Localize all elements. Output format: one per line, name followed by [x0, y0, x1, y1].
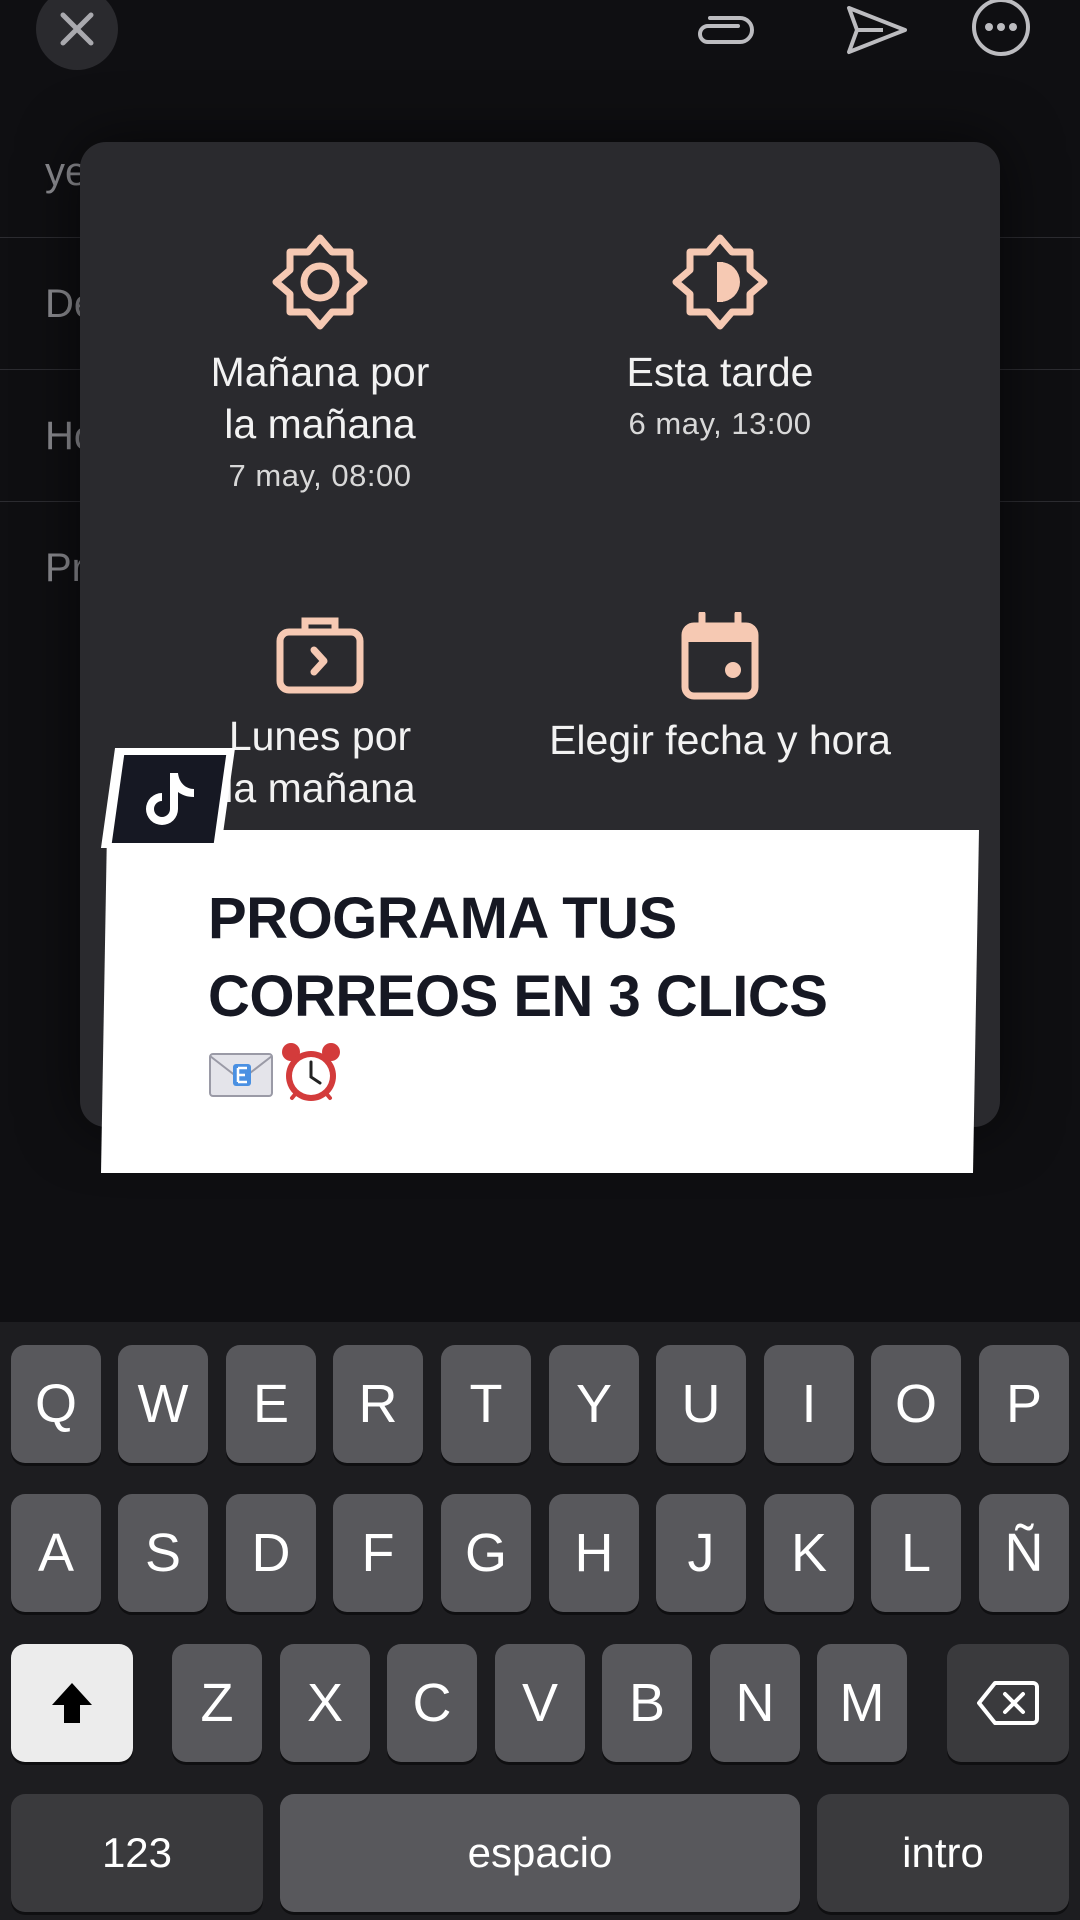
option-datetime: 6 may, 13:00 [628, 406, 812, 441]
caption-title: PROGRAMA TUS CORREOS EN 3 CLICS [208, 886, 828, 1029]
send-icon [847, 6, 907, 54]
sun-icon [272, 234, 368, 330]
key-g[interactable]: G [441, 1494, 531, 1612]
key-enye[interactable]: Ñ [979, 1494, 1069, 1612]
attach-button[interactable] [688, 0, 758, 60]
more-options-button[interactable] [966, 0, 1036, 60]
key-j[interactable]: J [656, 1494, 746, 1612]
key-t[interactable]: T [441, 1345, 531, 1463]
key-q[interactable]: Q [11, 1345, 101, 1463]
return-key[interactable]: intro [817, 1794, 1069, 1912]
backspace-icon [977, 1681, 1039, 1725]
key-u[interactable]: U [656, 1345, 746, 1463]
key-k[interactable]: K [764, 1494, 854, 1612]
shift-arrow-icon [52, 1683, 92, 1723]
briefcase-icon [276, 617, 364, 694]
key-z[interactable]: Z [172, 1644, 262, 1762]
more-icon [972, 0, 1030, 56]
option-this-afternoon[interactable]: Esta tarde 6 may, 13:00 [510, 232, 930, 442]
key-r[interactable]: R [333, 1345, 423, 1463]
body-field-text: Pr [45, 546, 85, 590]
key-a[interactable]: A [11, 1494, 101, 1612]
key-n[interactable]: N [710, 1644, 800, 1762]
key-p[interactable]: P [979, 1345, 1069, 1463]
paperclip-icon [698, 16, 754, 44]
option-label: Esta tarde [626, 349, 814, 395]
key-h[interactable]: H [549, 1494, 639, 1612]
option-pick-date-time[interactable]: Elegir fecha y hora [510, 612, 930, 766]
keyboard: Q W E R T Y U I O P A S D F G H J K L Ñ … [0, 1322, 1080, 1920]
option-datetime: 7 may, 08:00 [228, 458, 412, 493]
backspace-key[interactable] [947, 1644, 1069, 1762]
key-v[interactable]: V [495, 1644, 585, 1762]
key-m[interactable]: M [817, 1644, 907, 1762]
key-e[interactable]: E [226, 1345, 316, 1463]
option-label: Elegir fecha y hora [549, 717, 891, 763]
key-x[interactable]: X [280, 1644, 370, 1762]
numbers-key[interactable]: 123 [11, 1794, 263, 1912]
send-button[interactable] [842, 0, 912, 60]
option-label: Mañana por la mañana [210, 349, 430, 447]
envelope-icon [209, 1053, 273, 1097]
music-note-icon [146, 773, 194, 825]
key-f[interactable]: F [333, 1494, 423, 1612]
caption-emoji [208, 1040, 344, 1120]
close-icon [60, 12, 94, 46]
key-s[interactable]: S [118, 1494, 208, 1612]
shift-key[interactable] [11, 1644, 133, 1762]
alarm-clock-icon [282, 1043, 340, 1101]
space-key[interactable]: espacio [280, 1794, 800, 1912]
key-c[interactable]: C [387, 1644, 477, 1762]
calendar-icon [681, 612, 759, 700]
close-button[interactable] [36, 0, 118, 70]
option-tomorrow-morning[interactable]: Mañana por la mañana 7 may, 08:00 [110, 232, 530, 494]
key-i[interactable]: I [764, 1345, 854, 1463]
key-d[interactable]: D [226, 1494, 316, 1612]
tiktok-logo [111, 755, 227, 843]
key-b[interactable]: B [602, 1644, 692, 1762]
key-o[interactable]: O [871, 1345, 961, 1463]
screen: ye De Ho Pr Mañana por la mañana 7 may, … [0, 0, 1080, 1920]
key-w[interactable]: W [118, 1345, 208, 1463]
key-l[interactable]: L [871, 1494, 961, 1612]
half-sun-icon [672, 234, 768, 330]
top-bar [0, 0, 1080, 80]
key-y[interactable]: Y [549, 1345, 639, 1463]
